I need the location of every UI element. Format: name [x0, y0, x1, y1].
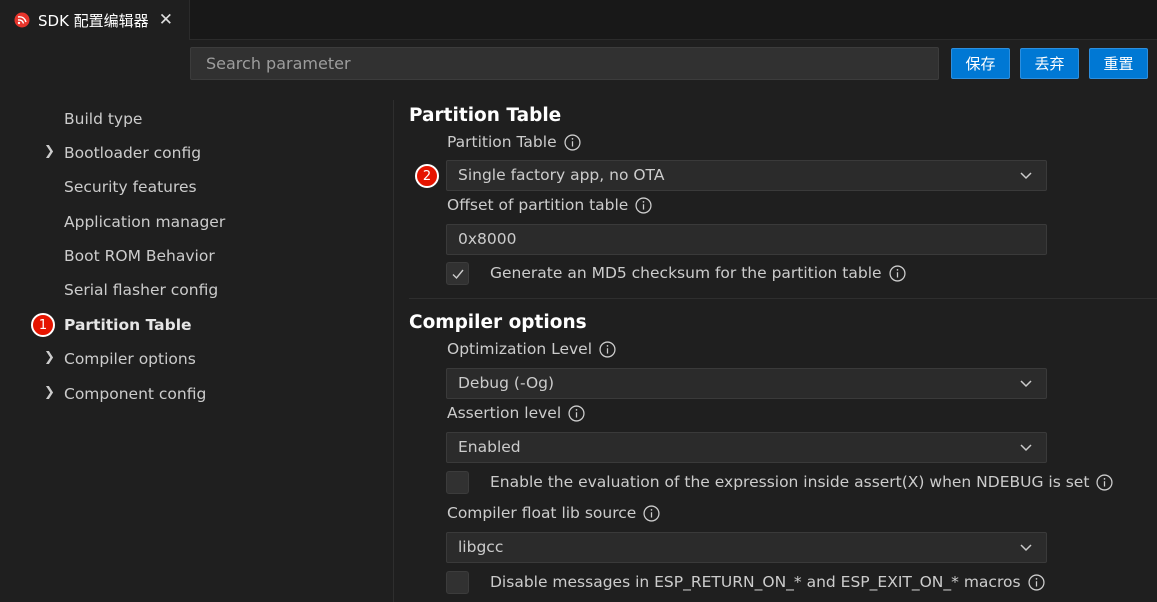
sidebar-item-compiler-options[interactable]: ❯ Compiler options [0, 344, 380, 374]
field-label-text: Assertion level [447, 404, 562, 422]
sidebar-item-label: Compiler options [64, 350, 196, 368]
discard-button[interactable]: 丢弃 [1020, 48, 1079, 79]
assert-eval-label: Enable the evaluation of the expression … [490, 473, 1113, 491]
info-icon[interactable] [888, 264, 906, 282]
close-tab-icon[interactable]: ✕ [159, 10, 173, 30]
sidebar-item-label: Partition Table [64, 316, 192, 334]
tab-title: SDK 配置编辑器 [38, 11, 149, 30]
info-icon[interactable] [564, 133, 581, 151]
disable-messages-checkbox[interactable] [446, 571, 469, 594]
float-lib-select[interactable]: libgcc [446, 532, 1047, 563]
sidebar-item-serial-flasher-config[interactable]: Serial flasher config [0, 275, 380, 305]
sidebar-item-build-type[interactable]: Build type [0, 104, 380, 134]
espressif-logo-icon [14, 12, 30, 28]
select-value: Debug (-Og) [458, 374, 555, 392]
sidebar-item-boot-rom-behavior[interactable]: Boot ROM Behavior [0, 241, 380, 271]
field-label-text: Compiler float lib source [447, 504, 637, 522]
chevron-down-icon [1020, 444, 1032, 452]
field-label-optimization: Optimization Level [447, 340, 616, 358]
field-label-text: Optimization Level [447, 340, 592, 358]
section-title-partition-table: Partition Table [409, 105, 562, 126]
section-title-compiler-options: Compiler options [409, 312, 587, 333]
sidebar-item-label: Serial flasher config [64, 281, 219, 299]
info-icon[interactable] [635, 196, 652, 214]
field-label-partition-table: Partition Table [447, 133, 581, 151]
step-badge: 2 [415, 164, 439, 188]
checkbox-label-text: Enable the evaluation of the expression … [490, 473, 1090, 491]
sidebar-item-application-manager[interactable]: Application manager [0, 207, 380, 237]
checkmark-icon [452, 269, 464, 279]
sidebar-item-label: Boot ROM Behavior [64, 247, 215, 265]
chevron-right-icon[interactable]: ❯ [44, 385, 55, 400]
sidebar-item-label: Build type [64, 110, 143, 128]
tab-bar: SDK 配置编辑器 ✕ [0, 0, 1157, 40]
sidebar-item-component-config[interactable]: ❯ Component config [0, 379, 380, 409]
search-input[interactable]: Search parameter [190, 47, 939, 80]
field-label-offset: Offset of partition table [447, 196, 652, 214]
info-icon[interactable] [599, 340, 616, 358]
select-value: Enabled [458, 438, 521, 456]
sidebar-item-bootloader-config[interactable]: ❯ Bootloader config [0, 138, 380, 168]
chevron-right-icon[interactable]: ❯ [44, 350, 55, 365]
tab-sdk-config-editor[interactable]: SDK 配置编辑器 ✕ [0, 0, 190, 40]
md5-checksum-checkbox[interactable] [446, 262, 469, 285]
assert-eval-checkbox[interactable] [446, 471, 469, 494]
checkbox-label-text: Disable messages in ESP_RETURN_ON_* and … [490, 573, 1021, 591]
info-icon[interactable] [1027, 573, 1045, 591]
sidebar-item-label: Component config [64, 385, 207, 403]
chevron-down-icon [1020, 380, 1032, 388]
reset-button[interactable]: 重置 [1089, 48, 1148, 79]
optimization-level-select[interactable]: Debug (-Og) [446, 368, 1047, 399]
info-icon[interactable] [643, 504, 660, 522]
checkbox-label-text: Generate an MD5 checksum for the partiti… [490, 264, 882, 282]
partition-table-select[interactable]: Single factory app, no OTA [446, 160, 1047, 191]
field-label-text: Partition Table [447, 133, 557, 151]
disable-messages-label: Disable messages in ESP_RETURN_ON_* and … [490, 573, 1045, 591]
section-divider [409, 298, 1157, 299]
field-label-float-lib: Compiler float lib source [447, 504, 660, 522]
info-icon[interactable] [1096, 473, 1113, 491]
sidebar-item-security-features[interactable]: Security features [0, 172, 380, 202]
step-badge: 1 [31, 313, 55, 337]
field-label-assertion: Assertion level [447, 404, 585, 422]
sidebar-item-partition-table[interactable]: 1 Partition Table [0, 310, 380, 340]
save-button[interactable]: 保存 [951, 48, 1010, 79]
info-icon[interactable] [568, 404, 585, 422]
select-value: libgcc [458, 538, 504, 556]
md5-checksum-label: Generate an MD5 checksum for the partiti… [490, 264, 906, 282]
assertion-level-select[interactable]: Enabled [446, 432, 1047, 463]
select-value: Single factory app, no OTA [458, 166, 665, 184]
partition-offset-input[interactable]: 0x8000 [446, 224, 1047, 255]
chevron-down-icon [1020, 544, 1032, 552]
chevron-right-icon[interactable]: ❯ [44, 144, 55, 159]
sidebar-item-label: Security features [64, 178, 197, 196]
sidebar-item-label: Application manager [64, 213, 226, 231]
sidebar-item-label: Bootloader config [64, 144, 202, 162]
chevron-down-icon [1020, 172, 1032, 180]
field-label-text: Offset of partition table [447, 196, 629, 214]
sidebar-divider [393, 100, 394, 602]
